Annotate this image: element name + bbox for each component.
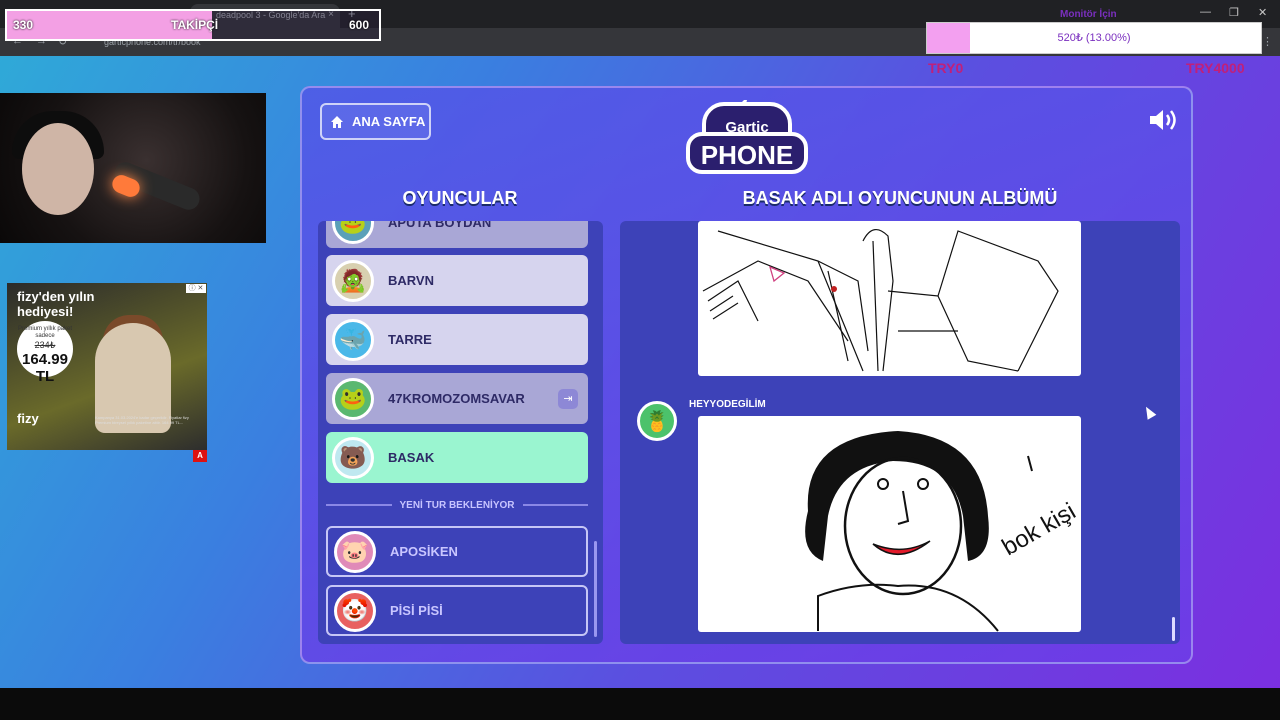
- follower-goal-bar: 330 TAKİPÇİ 600: [5, 9, 381, 41]
- player-name: PİSİ PİSİ: [390, 603, 443, 618]
- player-name: BARVN: [388, 273, 434, 288]
- follower-label: TAKİPÇİ: [171, 18, 219, 32]
- divider-line: [326, 504, 392, 506]
- player-name: BASAK: [388, 450, 435, 465]
- ad-fine-print: Kampanya 31.03.2024'e kadar geçerlidir. …: [95, 415, 189, 425]
- logo-bottom-text: PHONE: [701, 140, 793, 170]
- menu-icon[interactable]: ⋮: [1262, 35, 1273, 48]
- donation-goal-start: TRY0: [928, 60, 964, 76]
- sketch-text: bok kişi: [998, 498, 1081, 561]
- players-title: OYUNCULAR: [402, 188, 518, 208]
- ad-price-badge: Premium yıllık paket sadece 234₺ 164.99 …: [17, 321, 73, 385]
- waiting-divider: YENİ TUR BEKLENİYOR: [326, 497, 589, 513]
- ad-old-price: 234₺: [34, 340, 56, 350]
- bottom-bar: [0, 688, 1280, 720]
- streamer-face: [22, 123, 94, 215]
- player-name: APUTA BOYDAN: [388, 221, 492, 230]
- player-item[interactable]: 🧟 BARVN: [326, 255, 588, 306]
- ad-badge: A: [193, 450, 207, 462]
- donation-goal-title: Monitör İçin: [1060, 9, 1117, 20]
- home-icon: [331, 115, 343, 128]
- home-button[interactable]: ANA SAYFA: [320, 103, 431, 140]
- donation-amount: 520₺ (13.00%): [1057, 32, 1131, 44]
- window-close-icon[interactable]: ✕: [1258, 6, 1267, 19]
- album-panel[interactable]: 🍍 HEYYODEGİLİM bok kişi: [620, 221, 1180, 644]
- player-avatar: 🐷: [334, 530, 376, 573]
- ad-price: 164.99 TL: [22, 351, 68, 385]
- exit-icon: ⇥: [558, 388, 578, 409]
- player-name: APOSİKEN: [390, 544, 458, 559]
- advertisement[interactable]: fizy'den yılın hediyesi! Premium yıllık …: [7, 283, 207, 450]
- author-name: HEYYODEGİLİM: [689, 399, 766, 410]
- player-item[interactable]: 🐸 47KROMOZOMSAVAR ⇥: [326, 373, 588, 424]
- follower-goal: 600: [349, 18, 370, 32]
- album-scrollbar[interactable]: [1172, 617, 1175, 641]
- logo-shape: Gartic PHONE: [686, 96, 808, 174]
- player-avatar: 🐸: [332, 221, 374, 244]
- album-title: BASAK ADLI OYUNCUNUN ALBÜMÜ: [742, 188, 1058, 208]
- waiting-player-item[interactable]: 🤡 PİSİ PİSİ: [326, 585, 588, 636]
- album-drawing-2: bok kişi: [698, 416, 1081, 632]
- player-name: 47KROMOZOMSAVAR: [388, 391, 525, 406]
- player-item[interactable]: 🐳 TARRE: [326, 314, 588, 365]
- minimize-icon[interactable]: —: [1200, 6, 1211, 18]
- sketch-scene: [702, 229, 1059, 372]
- player-avatar: 🐸: [332, 377, 374, 420]
- home-button-label: ANA SAYFA: [352, 114, 426, 129]
- players-list[interactable]: 🐸 APUTA BOYDAN 🧟 BARVN 🐳 TARRE 🐸 47KROMO…: [318, 221, 603, 644]
- player-avatar: 🐻: [332, 436, 374, 479]
- player-name: TARRE: [388, 332, 432, 347]
- ad-promo: Premium yıllık paket sadece: [17, 326, 72, 339]
- ad-brand: fizy: [17, 411, 39, 426]
- follower-current: 330: [13, 18, 34, 32]
- ad-choices-icon[interactable]: ⓘ ✕: [186, 284, 206, 293]
- player-avatar: 🐳: [332, 318, 374, 361]
- divider-line: [522, 504, 589, 506]
- player-item-selected[interactable]: 🐻 BASAK: [326, 432, 588, 483]
- author-avatar: 🍍: [637, 401, 677, 441]
- sketch-portrait: bok kişi: [805, 431, 1081, 632]
- webcam-feed: [0, 93, 266, 243]
- ad-headline: fizy'den yılın hediyesi!: [17, 289, 95, 319]
- logo-top-text: Gartic: [725, 119, 768, 136]
- album-drawing-1: [698, 221, 1081, 376]
- restore-icon[interactable]: ❐: [1229, 6, 1239, 19]
- donation-goal-end: TRY4000: [1186, 60, 1245, 76]
- donation-goal-bar: 520₺ (13.00%): [926, 22, 1262, 54]
- gartic-phone-logo: Gartic PHONE: [686, 96, 808, 176]
- player-item[interactable]: 🐸 APUTA BOYDAN: [326, 221, 588, 248]
- sound-icon[interactable]: [1148, 106, 1182, 134]
- waiting-player-item[interactable]: 🐷 APOSİKEN: [326, 526, 588, 577]
- players-scrollbar[interactable]: [594, 541, 597, 637]
- waiting-label: YENİ TUR BEKLENİYOR: [399, 499, 515, 511]
- player-avatar: 🤡: [334, 589, 376, 632]
- player-avatar: 🧟: [332, 259, 374, 302]
